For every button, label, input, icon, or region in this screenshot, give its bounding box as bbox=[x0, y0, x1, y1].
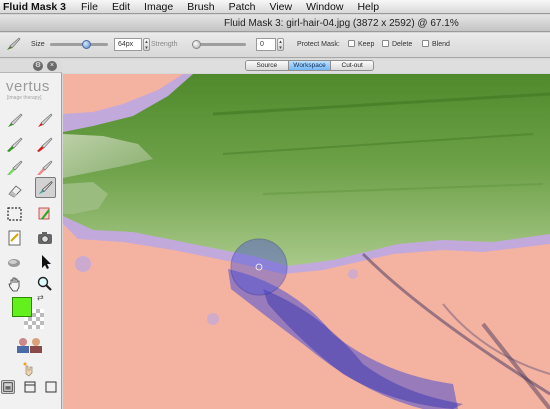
size-stepper[interactable]: ▴ ▾ bbox=[143, 38, 150, 51]
foreground-color-swatch[interactable] bbox=[12, 297, 32, 317]
strength-stepper[interactable]: ▴ ▾ bbox=[277, 38, 284, 51]
menu-patch[interactable]: Patch bbox=[222, 1, 263, 13]
view-mode-2-icon[interactable] bbox=[23, 380, 37, 394]
smudge-icon[interactable] bbox=[6, 253, 24, 271]
rect-select-icon[interactable] bbox=[6, 205, 24, 223]
palette-header: ⚙ × bbox=[0, 59, 62, 73]
patch-brush-icon[interactable] bbox=[36, 205, 54, 223]
current-brush-icon bbox=[7, 37, 21, 50]
menu-edit[interactable]: Edit bbox=[105, 1, 137, 13]
view-tabs: Source Workspace Cut-out bbox=[245, 60, 374, 71]
eraser-icon[interactable] bbox=[6, 181, 24, 199]
delete-brush-icon[interactable] bbox=[36, 111, 54, 129]
tab-source[interactable]: Source bbox=[246, 61, 289, 70]
vertus-logo: vertus bbox=[6, 78, 50, 95]
keep-local-brush-icon[interactable] bbox=[6, 135, 24, 153]
blend-checkbox[interactable] bbox=[422, 40, 429, 47]
keep-brush-icon[interactable] bbox=[6, 111, 24, 129]
workspace-image bbox=[63, 74, 550, 409]
delete-checkbox[interactable] bbox=[382, 40, 389, 47]
tool-palette: ⚙ × vertus [image therapy] ⇄ bbox=[0, 59, 62, 409]
strength-input[interactable]: 0 bbox=[256, 38, 276, 51]
delete-local-brush-icon[interactable] bbox=[36, 135, 54, 153]
people-icon[interactable] bbox=[14, 336, 46, 354]
app-window: Fluid Mask 3 File Edit Image Brush Patch… bbox=[0, 0, 550, 409]
palette-close-icon[interactable]: × bbox=[47, 61, 57, 71]
size-slider-thumb[interactable] bbox=[82, 40, 91, 49]
vertus-tagline: [image therapy] bbox=[7, 95, 42, 101]
size-slider-track[interactable] bbox=[50, 43, 108, 46]
camera-icon[interactable] bbox=[36, 229, 54, 247]
size-input[interactable]: 64px bbox=[114, 38, 142, 51]
view-mode-1-icon[interactable] bbox=[1, 380, 15, 394]
keep-checkbox[interactable] bbox=[348, 40, 355, 47]
keep-label: Keep bbox=[358, 41, 375, 48]
size-label: Size bbox=[31, 41, 45, 48]
title-bar: Fluid Mask 3: girl-hair-04.jpg (3872 x 2… bbox=[0, 15, 550, 32]
keep-fill-brush-icon[interactable] bbox=[6, 158, 24, 176]
image-canvas[interactable] bbox=[63, 74, 550, 409]
menu-image[interactable]: Image bbox=[137, 1, 180, 13]
tab-cut-out[interactable]: Cut-out bbox=[331, 61, 373, 70]
menu-app-name[interactable]: Fluid Mask 3 bbox=[0, 1, 74, 13]
strength-label: Strength bbox=[151, 41, 178, 48]
magic-hand-icon[interactable] bbox=[20, 360, 38, 378]
delete-fill-brush-icon[interactable] bbox=[36, 158, 54, 176]
menu-window[interactable]: Window bbox=[299, 1, 350, 13]
swap-colors-icon[interactable]: ⇄ bbox=[37, 293, 44, 302]
exact-edge-icon[interactable] bbox=[6, 229, 24, 247]
menu-file[interactable]: File bbox=[74, 1, 105, 13]
menu-help[interactable]: Help bbox=[350, 1, 386, 13]
palette-menu-icon[interactable]: ⚙ bbox=[33, 61, 43, 71]
hand-icon[interactable] bbox=[6, 275, 24, 293]
menu-brush[interactable]: Brush bbox=[180, 1, 221, 13]
pointer-icon[interactable] bbox=[36, 253, 54, 271]
blend-label: Blend bbox=[432, 41, 450, 48]
menu-view[interactable]: View bbox=[263, 1, 300, 13]
zoom-icon[interactable] bbox=[36, 275, 54, 293]
strength-slider-thumb[interactable] bbox=[192, 40, 201, 49]
view-tabs-row: Source Workspace Cut-out bbox=[0, 59, 550, 73]
brush-options-bar: Size 64px ▴ ▾ Strength 0 ▴ ▾ Protect Mask:… bbox=[0, 33, 550, 58]
view-mode-3-icon[interactable] bbox=[44, 380, 58, 394]
tab-workspace[interactable]: Workspace bbox=[288, 61, 332, 70]
window-title: Fluid Mask 3: girl-hair-04.jpg (3872 x 2… bbox=[224, 18, 459, 29]
blend-brush-icon[interactable] bbox=[35, 177, 56, 198]
menu-bar: Fluid Mask 3 File Edit Image Brush Patch… bbox=[0, 0, 550, 14]
protect-mask-label: Protect Mask: bbox=[297, 41, 340, 48]
delete-label: Delete bbox=[392, 41, 413, 48]
